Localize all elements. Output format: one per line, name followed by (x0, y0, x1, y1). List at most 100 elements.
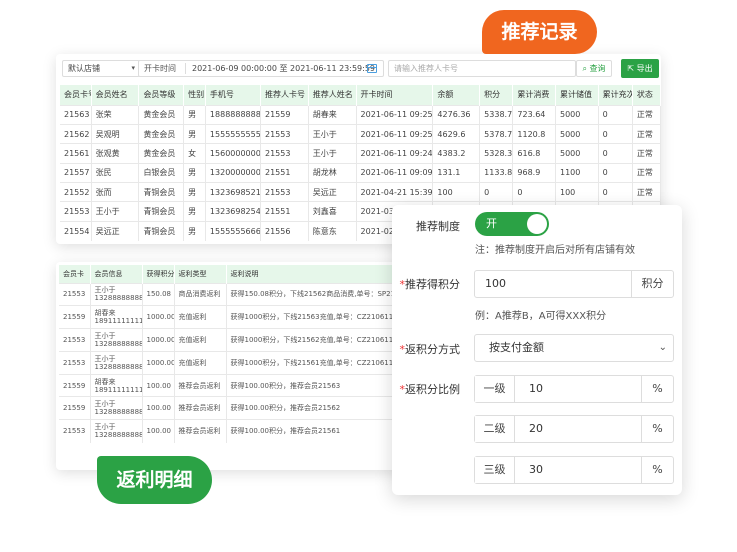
column-header[interactable]: 性别 (183, 85, 206, 105)
table-row[interactable]: 21559 王小于 13288888888 100.00 推荐会员返利 获得100.00积… (59, 396, 414, 420)
member-info-cell: 王小于 13288888888 (90, 282, 143, 306)
return-method-select[interactable]: 按支付金额 ⌄ (474, 334, 674, 362)
table-row[interactable]: 21559 胡春来 18911111111 100.00 推荐会员返利 获得100.00积… (59, 373, 414, 397)
column-header[interactable]: 返利说明 (226, 265, 414, 283)
query-button-label: 查询 (589, 64, 606, 73)
level-2-unit: % (641, 416, 673, 442)
table-cell: 0 (598, 104, 633, 125)
store-select[interactable]: 默认店铺 ▾ (62, 60, 140, 77)
records-table-header: 会员卡号 会员姓名 会员等级 性别 手机号 推荐人卡号 推荐人姓名 开卡时间 余… (60, 85, 661, 105)
column-header[interactable]: 积分 (479, 85, 514, 105)
column-header[interactable]: 累计消费 (512, 85, 556, 105)
table-cell: 15555555555 (205, 123, 261, 144)
level-3-name: 三级 (475, 457, 515, 483)
table-cell: 正常 (632, 104, 661, 125)
table-cell: 黄金会员 (138, 104, 185, 125)
date-range-picker[interactable]: 开卡时间 2021-06-09 00:00:00 至 2021-06-11 23… (138, 60, 384, 77)
column-header[interactable]: 开卡时间 (356, 85, 434, 105)
table-cell: 21551 (260, 201, 309, 222)
table-cell: 2021-06-11 09:24:30 (356, 143, 434, 164)
column-header[interactable]: 会员姓名 (91, 85, 140, 105)
referrer-card-search-input[interactable]: 请输入推荐人卡号 (388, 60, 576, 77)
column-header[interactable]: 返利类型 (174, 265, 227, 283)
calendar-icon[interactable] (367, 64, 377, 73)
column-header[interactable]: 累计充次 (598, 85, 633, 105)
table-row[interactable]: 21563 张荣 黄金会员男 18888888888 21559 胡春来 2021-06-1… (60, 104, 661, 125)
table-cell: 21553 (260, 123, 309, 144)
column-header[interactable]: 推荐人姓名 (308, 85, 357, 105)
recommend-points-input[interactable]: 100 积分 (474, 270, 674, 298)
table-cell: 张而 (91, 182, 140, 202)
member-card-cell: 21559 (59, 396, 91, 420)
table-cell: 5000 (555, 143, 599, 164)
rebate-desc-cell: 获得100.00积分，推荐会员21561 (226, 419, 414, 443)
level-1-value: 10 (529, 382, 543, 395)
column-header[interactable]: 状态 (632, 85, 661, 105)
return-ratio-label-text: 返积分比例 (405, 383, 460, 396)
table-row[interactable]: 21552 张而 青铜会员男 13236985214 21553 吴远正 2021-04-2… (60, 182, 661, 202)
level-1-unit: % (641, 376, 673, 402)
recommend-points-unit: 积分 (631, 271, 673, 297)
table-cell: 王小于 (91, 201, 140, 222)
chevron-down-icon: ▾ (131, 64, 135, 72)
column-header[interactable]: 推荐人卡号 (260, 85, 309, 105)
table-cell: 0 (598, 162, 633, 183)
table-cell: 616.8 (512, 143, 556, 164)
export-button[interactable]: ⇱ 导出 (621, 59, 659, 78)
member-name: 胡春来 (94, 377, 116, 386)
table-row[interactable]: 21553 王小于 13288888888 1000.00 充值返利 获得1000积分，下… (59, 328, 414, 352)
column-header[interactable]: 余额 (432, 85, 481, 105)
level-3-ratio-input[interactable]: 三级 30 % (474, 456, 674, 484)
recommend-system-toggle[interactable]: 开 (475, 212, 549, 236)
column-header[interactable]: 会员信息 (90, 265, 143, 283)
column-header[interactable]: 会员等级 (138, 85, 185, 105)
table-cell: 张观黄 (91, 143, 140, 164)
table-cell: 胡春来 (308, 104, 357, 125)
level-2-ratio-input[interactable]: 二级 20 % (474, 415, 674, 443)
table-cell: 18888888888 (205, 104, 261, 125)
member-phone: 13288888888 (94, 294, 142, 303)
table-cell: 5328.35 (479, 143, 514, 164)
recommend-points-label: *推荐得积分 (400, 276, 461, 292)
table-cell: 21561 (60, 143, 92, 164)
rebate-details-panel: 会员卡 会员信息 获得积分 返利类型 返利说明 21553 王小于 13288888… (56, 262, 414, 470)
table-cell: 21551 (260, 162, 309, 183)
table-row[interactable]: 21553 王小于 13288888888 1000.00 充值返利 获得1000积分，下… (59, 350, 414, 375)
column-header[interactable]: 获得积分 (142, 265, 175, 283)
table-cell: 刘鑫喜 (308, 201, 357, 222)
chevron-down-icon: ⌄ (658, 342, 667, 353)
table-cell: 吴远正 (308, 182, 357, 202)
column-header[interactable]: 会员卡号 (60, 85, 92, 105)
date-range-label: 开卡时间 (144, 64, 176, 73)
table-cell: 女 (183, 143, 206, 164)
column-header[interactable]: 手机号 (205, 85, 261, 105)
rebate-table: 会员卡 会员信息 获得积分 返利类型 返利说明 21553 王小于 13288888… (59, 265, 414, 443)
table-row[interactable]: 21553 王小于 13288888888 150.08 商品消费返利 获得150.08积… (59, 282, 414, 306)
rebate-desc-cell: 获得1000积分，下线21563充值,单号：CZ2106110926524 (226, 305, 414, 329)
column-header[interactable]: 会员卡 (59, 265, 91, 283)
table-cell: 0 (598, 143, 633, 164)
table-cell: 100 (555, 182, 599, 202)
table-row[interactable]: 21562 吴观明 黄金会员男 15555555555 21553 王小于 2021-06-… (60, 123, 661, 144)
member-card-cell: 21559 (59, 373, 91, 397)
table-cell: 男 (183, 104, 206, 125)
member-info-cell: 王小于 13288888888 (90, 350, 143, 375)
level-1-ratio-input[interactable]: 一级 10 % (474, 375, 674, 403)
table-row[interactable]: 21559 胡春来 18911111111 1000.00 充值返利 获得1000积分，下… (59, 305, 414, 329)
table-cell: 21559 (260, 104, 309, 125)
member-phone: 18911111111 (94, 385, 142, 394)
table-row[interactable]: 21557 张民 白银会员男 13200000000 21551 胡龙林 2021-06-1… (60, 162, 661, 183)
member-name: 王小于 (94, 354, 116, 363)
table-cell: 0 (512, 182, 556, 202)
member-phone: 13288888888 (94, 339, 142, 348)
column-header[interactable]: 累计储值 (555, 85, 599, 105)
table-row[interactable]: 21553 王小于 13288888888 100.00 推荐会员返利 获得100.00积… (59, 419, 414, 443)
table-row[interactable]: 21561 张观黄 黄金会员女 15600000000 21553 王小于 2021-06-… (60, 143, 661, 164)
table-cell: 21554 (60, 220, 92, 241)
table-cell: 正常 (632, 143, 661, 164)
member-card-cell: 21553 (59, 419, 91, 443)
query-button[interactable]: ⌕ 查询 (576, 60, 612, 77)
table-cell: 723.64 (512, 104, 556, 125)
member-card-cell: 21553 (59, 350, 91, 375)
table-cell: 15555556666 (205, 220, 261, 241)
